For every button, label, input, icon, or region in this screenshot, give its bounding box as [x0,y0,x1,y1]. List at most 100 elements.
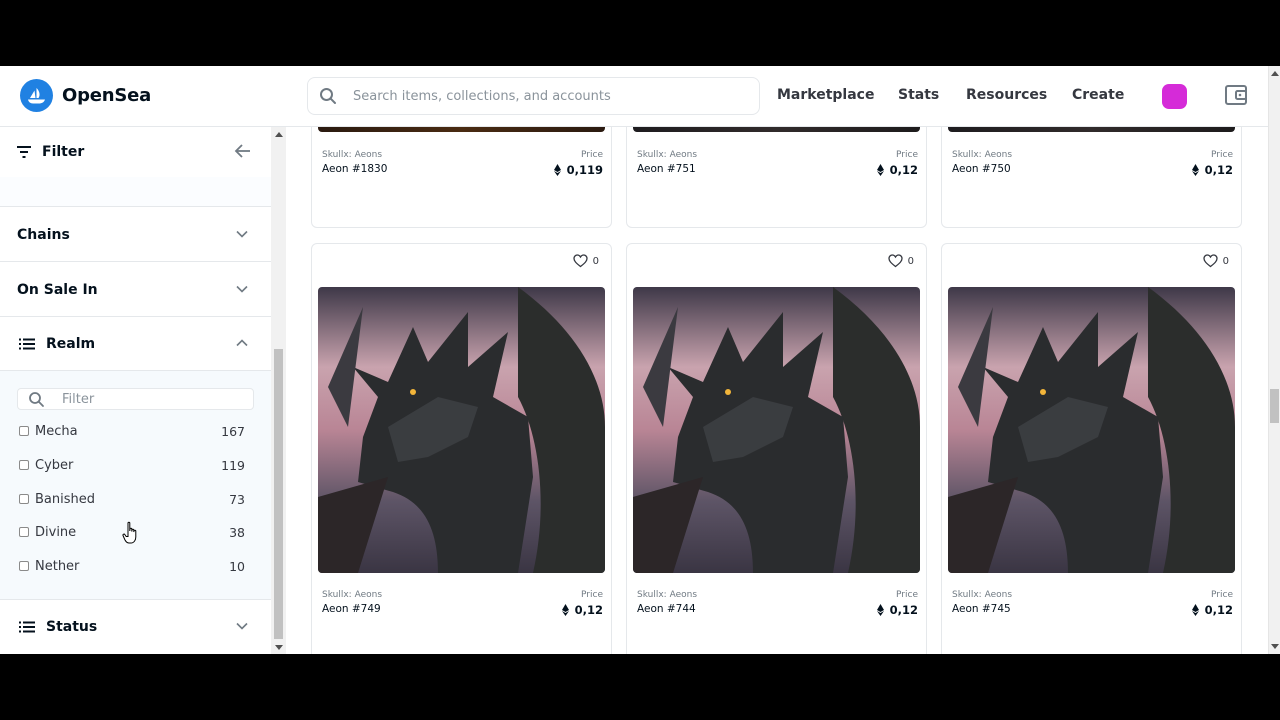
ethereum-icon [561,604,569,616]
realm-option-banished[interactable]: Banished 73 [19,489,247,509]
sidebar-scroll-thumb[interactable] [274,349,283,639]
opensea-logo[interactable]: OpenSea [20,79,151,112]
realm-option-nether[interactable]: Nether 10 [19,556,247,576]
realm-filter-field[interactable]: Filter [17,388,254,410]
asset-image[interactable] [633,287,920,573]
page-scroll-thumb[interactable] [1270,389,1279,423]
asset-image[interactable] [948,127,1235,132]
collection-name[interactable]: Skullx: Aeons [637,590,697,600]
price-label: Price [896,590,918,600]
realm-panel: Filter Mecha 167 Cyber 119 Banished 73 D… [0,371,271,600]
filter-header[interactable]: Filter [0,127,271,177]
scroll-up-arrow[interactable] [1271,71,1279,76]
search-icon [29,391,44,407]
arrow-left-icon[interactable] [234,143,251,159]
asset-name[interactable]: Aeon #750 [952,163,1011,175]
nav-resources[interactable]: Resources [966,87,1047,103]
realm-option-label: Divine [35,524,77,540]
realm-option-mecha[interactable]: Mecha 167 [19,421,247,441]
brand-name: OpenSea [62,85,152,106]
price-value: 0,119 [566,163,603,177]
section-status-label: Status [46,619,98,635]
section-chains[interactable]: Chains [0,208,271,262]
realm-option-label: Mecha [35,423,78,439]
collection-name[interactable]: Skullx: Aeons [952,590,1012,600]
favorite-button[interactable]: 0 [572,254,599,268]
profile-avatar[interactable] [1162,84,1187,109]
asset-image[interactable] [318,287,605,573]
favorite-button[interactable]: 0 [1202,254,1229,268]
nav-marketplace[interactable]: Marketplace [777,87,874,103]
asset-card[interactable]: Skullx: Aeons Aeon #750 Price 0,12 [941,127,1242,228]
asset-card[interactable]: 0 Skullx: Aeons Aeon #744 Price 0,12 [626,243,927,654]
collection-name[interactable]: Skullx: Aeons [637,150,697,160]
ethereum-icon [1191,604,1199,616]
page-scrollbar[interactable] [1268,66,1280,654]
collection-name[interactable]: Skullx: Aeons [322,150,382,160]
asset-name[interactable]: Aeon #745 [952,603,1011,615]
search-icon [320,88,336,104]
nav-stats[interactable]: Stats [898,87,939,103]
price-label: Price [1211,150,1233,160]
favorite-button[interactable]: 0 [887,254,914,268]
scroll-down-arrow[interactable] [1271,644,1279,649]
realm-option-cyber[interactable]: Cyber 119 [19,455,247,475]
nav-create[interactable]: Create [1072,87,1124,103]
scroll-down-arrow[interactable] [275,645,283,650]
asset-price: 0,12 [876,163,918,177]
chevron-up-icon [236,339,248,347]
asset-card[interactable]: Skullx: Aeons Aeon #751 Price 0,12 [626,127,927,228]
section-realm[interactable]: Realm [0,317,271,371]
asset-image[interactable] [633,127,920,132]
asset-card[interactable]: 0 Skullx: Aeons Aeon #749 Price 0,12 [311,243,612,654]
ethereum-icon [1191,164,1199,176]
price-label: Price [581,150,603,160]
collection-name[interactable]: Skullx: Aeons [322,590,382,600]
ethereum-icon [876,164,884,176]
section-status[interactable]: Status [0,600,271,654]
realm-option-label: Cyber [35,457,74,473]
realm-option-count: 167 [221,423,245,439]
realm-option-label: Nether [35,558,80,574]
filter-sidebar: Filter Chains On Sale In Realm Filter Me… [0,127,286,654]
chevron-down-icon [236,230,248,238]
filter-section-divider [0,177,271,207]
chevron-down-icon [236,285,248,293]
wallet-icon[interactable] [1224,84,1248,106]
asset-price: 0,12 [876,603,918,617]
opensea-logo-icon [20,79,53,112]
filter-title: Filter [42,144,85,160]
realm-filter-input[interactable]: Filter [62,392,94,407]
asset-image[interactable] [318,127,605,132]
filter-sidebar-content: Filter Chains On Sale In Realm Filter Me… [0,127,271,654]
checkbox[interactable] [19,494,29,504]
list-icon [19,621,35,633]
sidebar-scrollbar[interactable] [271,127,286,654]
section-chains-label: Chains [17,226,70,243]
search-input[interactable]: Search items, collections, and accounts [353,89,611,104]
checkbox[interactable] [19,561,29,571]
opensea-app: OpenSea Search items, collections, and a… [0,66,1280,654]
checkbox[interactable] [19,426,29,436]
asset-name[interactable]: Aeon #751 [637,163,696,175]
hand-cursor-icon [122,521,137,544]
section-on-sale-in[interactable]: On Sale In [0,263,271,317]
asset-card[interactable]: 0 Skullx: Aeons Aeon #745 Price 0,12 [941,243,1242,654]
section-realm-label: Realm [46,335,96,352]
realm-option-count: 10 [229,558,245,574]
asset-name[interactable]: Aeon #744 [637,603,696,615]
asset-price: 0,12 [561,603,603,617]
asset-card[interactable]: Skullx: Aeons Aeon #1830 Price 0,119 [311,127,612,228]
top-navbar: OpenSea Search items, collections, and a… [0,66,1268,127]
price-label: Price [896,150,918,160]
checkbox[interactable] [19,460,29,470]
collection-name[interactable]: Skullx: Aeons [952,150,1012,160]
asset-name[interactable]: Aeon #749 [322,603,381,615]
asset-name[interactable]: Aeon #1830 [322,163,387,175]
scroll-up-arrow[interactable] [275,132,283,137]
search-bar[interactable]: Search items, collections, and accounts [307,77,760,115]
asset-image[interactable] [948,287,1235,573]
chevron-down-icon [236,622,248,630]
favorite-count: 0 [1222,255,1229,267]
checkbox[interactable] [19,527,29,537]
